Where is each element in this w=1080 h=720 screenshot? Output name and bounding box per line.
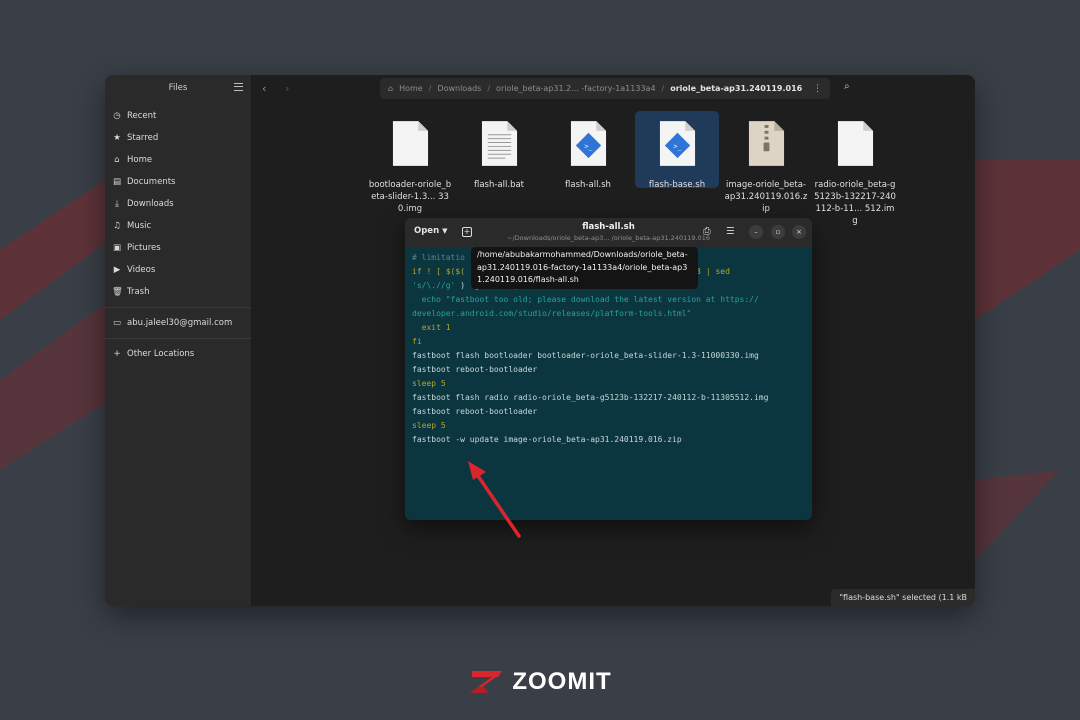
annotation-arrow	[468, 461, 521, 538]
